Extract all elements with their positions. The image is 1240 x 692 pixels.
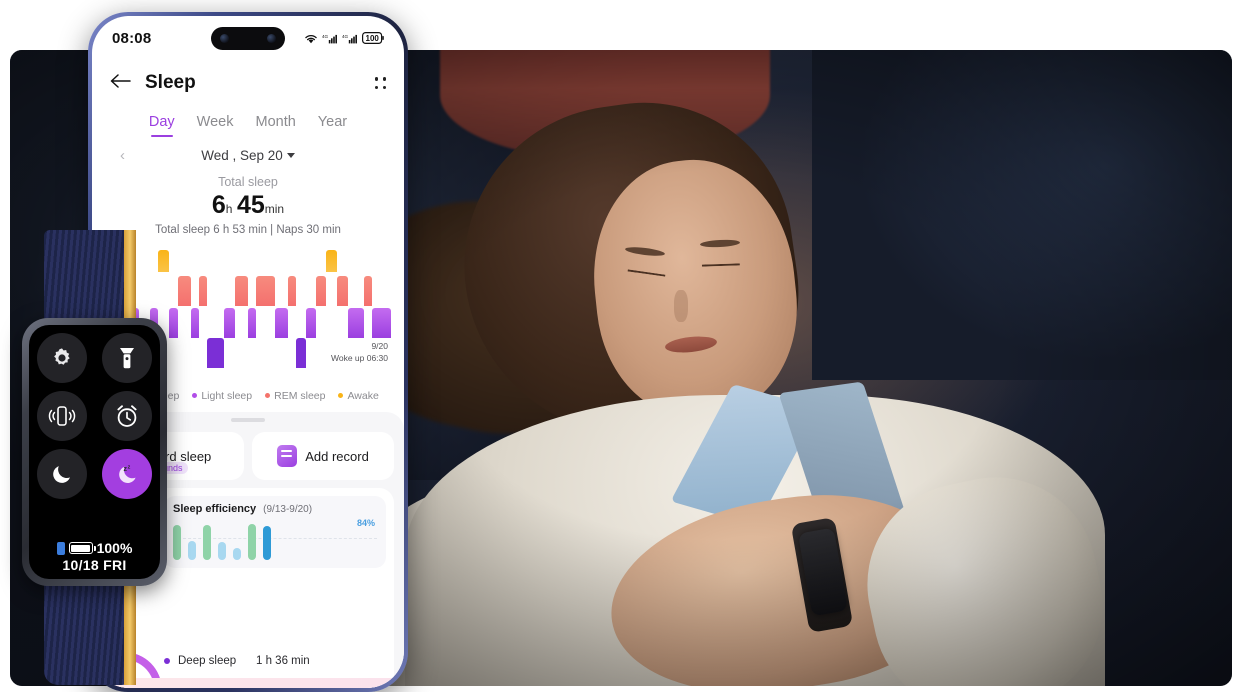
watch-battery-percent: 100% xyxy=(96,540,133,556)
battery-level-text: 100 xyxy=(365,33,379,43)
signal-4g-icon-2: 4G xyxy=(342,33,358,44)
efficiency-bar xyxy=(173,524,181,560)
hypnogram-segment xyxy=(191,308,199,338)
settings-gear-icon[interactable] xyxy=(37,333,88,383)
svg-text:4G: 4G xyxy=(322,34,329,39)
efficiency-bar xyxy=(203,524,211,560)
battery-icon: 100 xyxy=(362,32,384,44)
smartwatch-device: zz 100% 10/18 FRI xyxy=(14,230,167,685)
selected-date[interactable]: Wed , Sep 20 xyxy=(201,148,283,163)
watch-strap-bottom xyxy=(44,575,136,685)
find-phone-vibrate-icon[interactable] xyxy=(37,391,88,441)
total-hours: 6 xyxy=(211,191,226,219)
app-bar: Sleep xyxy=(92,60,404,102)
hypnogram-woke-up: Woke up 06:30 xyxy=(330,352,388,363)
total-sleep-value: 6h 45min xyxy=(92,191,404,220)
tab-week[interactable]: Week xyxy=(197,114,234,137)
watch-device-icon xyxy=(56,541,65,555)
watch-date: 10/18 FRI xyxy=(62,557,127,573)
tab-month[interactable]: Month xyxy=(255,114,295,137)
watch-footer: 100% 10/18 FRI xyxy=(35,540,154,575)
quick-settings-grid: zz xyxy=(35,333,154,499)
hypnogram-segment xyxy=(315,276,326,306)
hypnogram-segment xyxy=(177,276,192,306)
stat-label-deep: Deep sleep xyxy=(178,655,237,667)
hypnogram-segment xyxy=(255,276,276,306)
hypnogram-segment xyxy=(275,308,288,338)
status-bar: 08:08 4G 4G 100 xyxy=(92,16,404,60)
hypnogram-date: 9/20 xyxy=(371,341,388,352)
sleep-efficiency-range: (9/13-9/20) xyxy=(263,504,313,515)
add-record-card[interactable]: Add record xyxy=(252,432,394,480)
legend-rem-sleep: REM sleep xyxy=(265,390,325,402)
hypnogram-segment xyxy=(206,338,224,368)
alarm-clock-icon[interactable] xyxy=(101,391,152,441)
hypnogram-segment xyxy=(363,276,373,306)
efficiency-bar xyxy=(263,526,271,560)
hypnogram-segment xyxy=(248,308,256,338)
back-arrow-icon[interactable] xyxy=(110,73,131,94)
status-icons: 4G 4G 100 xyxy=(304,32,384,44)
sheet-grabber[interactable] xyxy=(231,418,265,422)
screenshot-root: 08:08 4G 4G 100 Sleep Day Week Month Yea… xyxy=(0,0,1240,692)
total-sleep-label: Total sleep xyxy=(218,175,278,189)
total-minutes-unit: min xyxy=(264,202,285,216)
tab-day[interactable]: Day xyxy=(149,114,175,137)
efficiency-bars xyxy=(173,518,377,560)
efficiency-bar xyxy=(188,540,196,560)
efficiency-bar xyxy=(233,548,241,560)
total-hours-unit: h xyxy=(225,202,233,216)
grid-menu-icon[interactable] xyxy=(374,77,386,89)
flashlight-icon[interactable] xyxy=(101,333,152,383)
hypnogram-segment xyxy=(287,276,296,306)
svg-text:z: z xyxy=(127,464,130,470)
wifi-icon xyxy=(304,33,318,44)
sleep-mode-icon[interactable]: zz xyxy=(101,449,152,499)
camera-lens-right xyxy=(267,34,276,43)
do-not-disturb-moon-icon[interactable] xyxy=(37,449,88,499)
hypnogram-segment xyxy=(305,308,316,338)
add-record-icon xyxy=(277,445,298,467)
camera-punch-hole xyxy=(211,27,285,50)
page-title: Sleep xyxy=(145,72,196,93)
date-selector: ‹ Wed , Sep 20 xyxy=(92,141,404,169)
hypnogram-segment xyxy=(223,308,235,338)
hypnogram-segment xyxy=(296,338,306,368)
legend-light-sleep: Light sleep xyxy=(192,390,252,402)
hypnogram-segment xyxy=(336,276,348,306)
watch-strap-accent-bottom xyxy=(124,575,136,685)
signal-4g-icon-1: 4G xyxy=(322,33,338,44)
caret-down-icon[interactable] xyxy=(286,152,295,158)
sleep-efficiency-plot: 84% xyxy=(173,518,377,560)
hypnogram-segment xyxy=(372,308,392,338)
sleep-efficiency-title: Sleep efficiency xyxy=(173,503,257,515)
total-minutes: 45 xyxy=(236,191,265,219)
efficiency-bar xyxy=(218,541,226,560)
hypnogram-labels: 9/20 Woke up 06:30 xyxy=(331,341,388,364)
hypnogram-segment xyxy=(198,276,207,306)
hypnogram-segment xyxy=(234,276,249,306)
period-tabs: Day Week Month Year xyxy=(92,102,404,141)
status-time: 08:08 xyxy=(112,29,152,47)
camera-lens-left xyxy=(220,34,229,43)
add-record-label: Add record xyxy=(305,448,369,464)
hypnogram-segment xyxy=(347,308,364,338)
hypnogram-segment xyxy=(168,308,178,338)
hypnogram-segment xyxy=(325,250,337,272)
chevron-left-icon[interactable]: ‹ xyxy=(120,147,125,164)
stat-value-deep: 1 h 36 min xyxy=(256,655,310,667)
watch-body: zz 100% 10/18 FRI xyxy=(22,318,167,586)
efficiency-highlight-label: 84% xyxy=(356,518,375,528)
efficiency-bar xyxy=(248,524,256,560)
sleep-efficiency-chart[interactable]: Sleep efficiency (9/13-9/20) 84% xyxy=(164,496,386,568)
sleep-efficiency-header: Sleep efficiency (9/13-9/20) xyxy=(173,503,377,515)
tab-year[interactable]: Year xyxy=(318,114,347,137)
watch-battery-row: 100% xyxy=(35,540,154,556)
svg-text:4G: 4G xyxy=(342,34,349,39)
legend-awake: Awake xyxy=(338,390,379,402)
watch-screen-quick-settings: zz 100% 10/18 FRI xyxy=(29,325,160,579)
battery-full-icon xyxy=(68,542,96,554)
stat-row-deep-sleep: Deep sleep 1 h 36 min xyxy=(164,655,386,667)
